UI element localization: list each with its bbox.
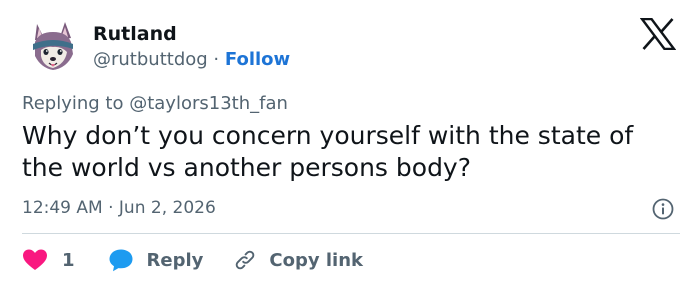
follow-button[interactable]: Follow [225, 49, 290, 70]
copy-link-label: Copy link [269, 249, 363, 271]
x-logo-icon[interactable] [640, 18, 676, 50]
reply-context: Replying to @taylors13th_fan [22, 91, 288, 117]
handle-separator: · [213, 49, 220, 70]
reply-label: Reply [146, 249, 204, 271]
tweet-text: Why don’t you concern yourself with the … [22, 121, 634, 182]
tweet-card: Rutland @rutbuttdog · Follow Replying to… [0, 0, 700, 287]
speech-bubble-icon [109, 249, 133, 272]
copy-link-button[interactable]: Copy link [233, 248, 363, 272]
divider [22, 233, 680, 234]
avatar[interactable] [23, 16, 83, 76]
reply-button[interactable]: Reply [108, 248, 204, 272]
wolf-avatar-icon [23, 16, 83, 76]
author-display-name[interactable]: Rutland [93, 22, 177, 46]
reply-target-handle[interactable]: @taylors13th_fan [129, 93, 288, 114]
info-icon[interactable] [651, 197, 675, 221]
tweet-time: 12:49 AM [22, 198, 103, 218]
author-handle-row: @rutbuttdog · Follow [93, 48, 290, 72]
like-count: 1 [62, 249, 75, 271]
like-button[interactable]: 1 [22, 248, 75, 272]
heart-icon [23, 249, 47, 270]
timestamp-separator: · [108, 198, 114, 218]
tweet-timestamp[interactable]: 12:49 AM · Jun 2, 2026 [22, 195, 216, 221]
author-handle[interactable]: @rutbuttdog [93, 49, 208, 70]
tweet-date: Jun 2, 2026 [118, 198, 216, 218]
reply-context-prefix: Replying to [22, 93, 130, 114]
link-icon [236, 250, 255, 270]
action-bar: 1 Reply Copy link [22, 246, 363, 274]
